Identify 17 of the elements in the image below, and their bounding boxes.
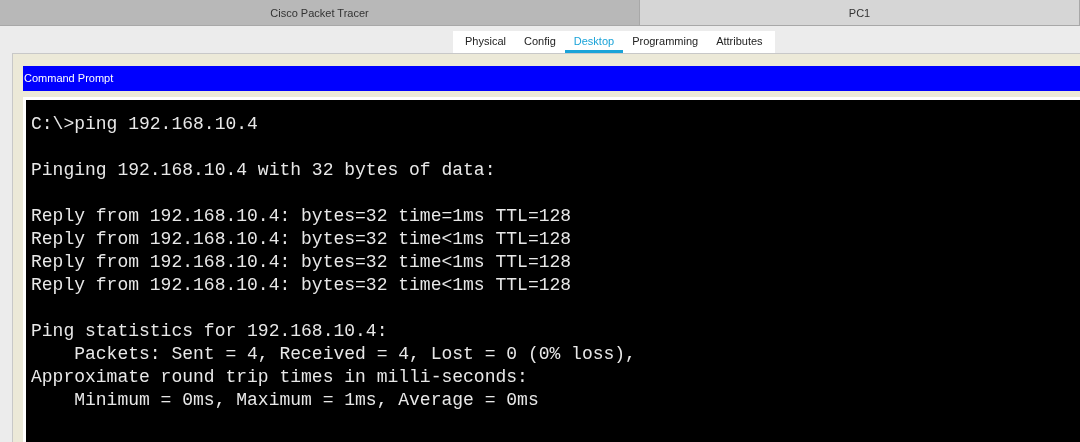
terminal-line: Reply from 192.168.10.4: bytes=32 time<1ms TTL=128 bbox=[31, 275, 572, 295]
terminal-line: Approximate round trip times in milli-seconds: bbox=[31, 367, 528, 387]
terminal-line: Pinging 192.168.10.4 with 32 bytes of data: bbox=[31, 160, 496, 180]
window-tab[interactable]: Cisco Packet Tracer bbox=[0, 0, 640, 25]
command-prompt-title-bar: Command Prompt bbox=[23, 66, 1080, 91]
terminal-line: Ping statistics for 192.168.10.4: bbox=[31, 321, 388, 341]
terminal-line: Reply from 192.168.10.4: bytes=32 time<1ms TTL=128 bbox=[31, 252, 572, 272]
terminal-line: C:\>ping 192.168.10.4 bbox=[31, 114, 258, 134]
terminal-line: Reply from 192.168.10.4: bytes=32 time<1ms TTL=128 bbox=[31, 229, 572, 249]
terminal-line: Packets: Sent = 4, Received = 4, Lost = 0 (0% loss), bbox=[73, 344, 636, 364]
terminal-line: Reply from 192.168.10.4: bytes=32 time=1ms TTL=128 bbox=[31, 206, 572, 226]
window-tab[interactable]: PC1 bbox=[640, 0, 1080, 25]
tab[interactable]: Config bbox=[514, 31, 565, 53]
terminal-line: Minimum = 0ms, Maximum = 1ms, Average = 0ms bbox=[73, 390, 539, 410]
tab[interactable]: Programming bbox=[623, 31, 708, 53]
tab[interactable]: Physical bbox=[456, 31, 515, 53]
tab[interactable]: Attributes bbox=[707, 31, 772, 53]
